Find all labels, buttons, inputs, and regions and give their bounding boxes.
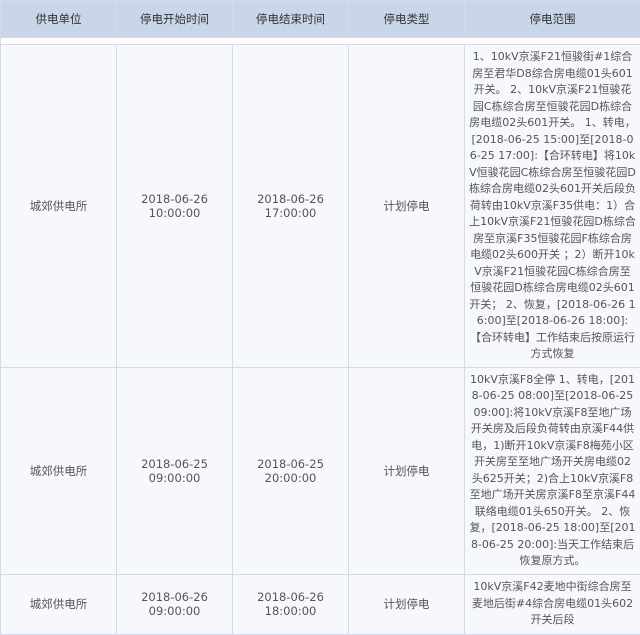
cell-unit: 城郊供电所: [1, 45, 117, 368]
table-row: 城郊供电所 2018-06-26 09:00:00 2018-06-26 18:…: [1, 574, 640, 634]
header-start-time: 停电开始时间: [117, 1, 233, 38]
table-row: 城郊供电所 2018-06-26 10:00:00 2018-06-26 17:…: [1, 45, 640, 368]
cell-range: 1、10kV京溪F21恒骏街#1综合房至君华D8综合房电缆01头601开关。 2…: [465, 45, 640, 368]
cell-unit: 城郊供电所: [1, 574, 117, 634]
cell-type: 计划停电: [349, 367, 465, 574]
header-outage-type: 停电类型: [349, 1, 465, 38]
cell-end: 2018-06-26 18:00:00: [233, 574, 349, 634]
header-end-time: 停电结束时间: [233, 1, 349, 38]
cell-type: 计划停电: [349, 574, 465, 634]
table-header-row: 供电单位 停电开始时间 停电结束时间 停电类型 停电范围: [1, 1, 640, 38]
cell-start: 2018-06-26 10:00:00: [117, 45, 233, 368]
cell-unit: 城郊供电所: [1, 367, 117, 574]
cell-start: 2018-06-26 09:00:00: [117, 574, 233, 634]
spacer-row: [1, 38, 640, 45]
cell-type: 计划停电: [349, 45, 465, 368]
cell-range: 10kV京溪F8全停 1、转电，[2018-06-25 08:00]至[2018…: [465, 367, 640, 574]
outage-table: 供电单位 停电开始时间 停电结束时间 停电类型 停电范围 城郊供电所 2018-…: [0, 0, 640, 635]
header-unit: 供电单位: [1, 1, 117, 38]
cell-end: 2018-06-26 17:00:00: [233, 45, 349, 368]
header-outage-range: 停电范围: [465, 1, 640, 38]
table-row: 城郊供电所 2018-06-25 09:00:00 2018-06-25 20:…: [1, 367, 640, 574]
cell-start: 2018-06-25 09:00:00: [117, 367, 233, 574]
cell-range: 10kV京溪F42麦地中街综合房至麦地后街#4综合房电缆01头602开关后段: [465, 574, 640, 634]
cell-end: 2018-06-25 20:00:00: [233, 367, 349, 574]
